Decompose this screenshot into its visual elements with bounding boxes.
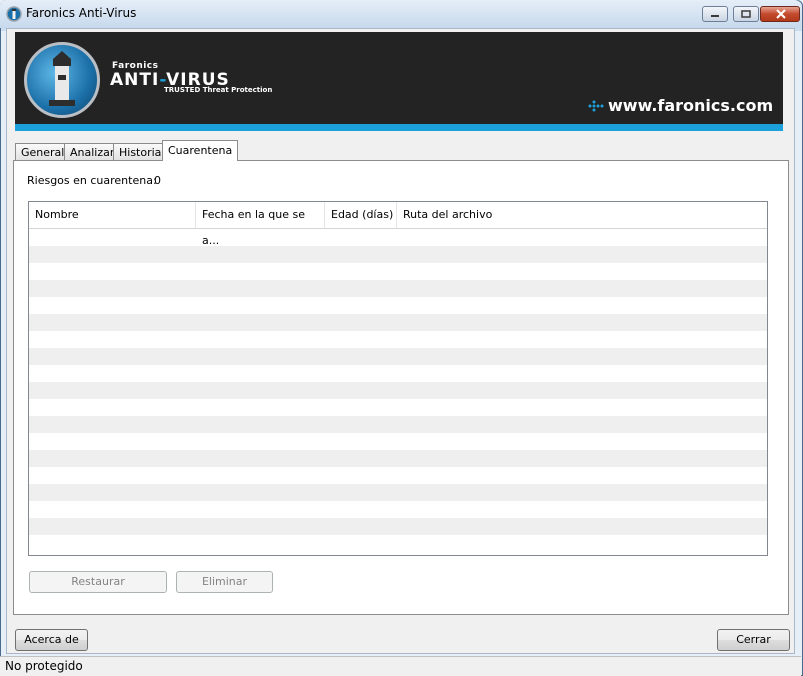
- restore-button[interactable]: Restaurar: [29, 571, 167, 593]
- dots-arrow-icon: [588, 100, 604, 112]
- column-header-edad[interactable]: Edad (días): [325, 202, 397, 228]
- window-title: Faronics Anti-Virus: [26, 6, 137, 20]
- column-header-nombre[interactable]: Nombre: [29, 202, 196, 228]
- risks-count: 0: [154, 174, 161, 187]
- list-header: Nombre Fecha en la que se a... Edad (día…: [29, 202, 767, 247]
- empty-row: [29, 331, 767, 348]
- lighthouse-logo-icon: [24, 42, 100, 118]
- website-link: www.faronics.com: [608, 96, 774, 115]
- status-bar: No protegido: [0, 656, 801, 676]
- app-icon: [6, 6, 22, 22]
- empty-row: [29, 314, 767, 331]
- banner-stripe: [15, 124, 783, 131]
- title-bar[interactable]: Faronics Anti-Virus: [0, 0, 801, 28]
- risks-label: Riesgos en cuarentena:: [27, 174, 157, 187]
- column-header-fecha[interactable]: Fecha en la que se a...: [196, 202, 325, 247]
- close-dialog-button[interactable]: Cerrar: [717, 629, 790, 651]
- list-rows: [29, 229, 767, 552]
- empty-row: [29, 280, 767, 297]
- empty-row: [29, 365, 767, 382]
- protection-status: No protegido: [5, 659, 83, 673]
- tab-analizar[interactable]: Analizar: [64, 143, 121, 160]
- empty-row: [29, 399, 767, 416]
- column-header-ruta[interactable]: Ruta del archivo: [397, 202, 767, 228]
- close-button[interactable]: [760, 6, 800, 22]
- empty-row: [29, 484, 767, 501]
- empty-row: [29, 433, 767, 450]
- empty-row: [29, 535, 767, 552]
- empty-row: [29, 467, 767, 484]
- tab-cuarentena[interactable]: Cuarentena: [162, 140, 239, 161]
- empty-row: [29, 229, 767, 246]
- empty-row: [29, 450, 767, 467]
- minimize-icon: [711, 15, 719, 17]
- empty-row: [29, 416, 767, 433]
- maximize-button[interactable]: [733, 6, 759, 22]
- empty-row: [29, 348, 767, 365]
- empty-row: [29, 246, 767, 263]
- product-prefix: ANTI: [110, 70, 160, 90]
- quarantine-list[interactable]: Nombre Fecha en la que se a... Edad (día…: [28, 201, 768, 556]
- delete-button[interactable]: Eliminar: [176, 571, 273, 593]
- about-button[interactable]: Acerca de: [15, 629, 88, 651]
- maximize-icon: [741, 10, 751, 18]
- empty-row: [29, 382, 767, 399]
- empty-row: [29, 297, 767, 314]
- close-icon: [776, 9, 786, 19]
- empty-row: [29, 518, 767, 535]
- minimize-button[interactable]: [702, 6, 728, 22]
- tab-general[interactable]: General: [15, 143, 71, 160]
- empty-row: [29, 501, 767, 518]
- empty-row: [29, 263, 767, 280]
- tagline: TRUSTED Threat Protection: [164, 86, 273, 94]
